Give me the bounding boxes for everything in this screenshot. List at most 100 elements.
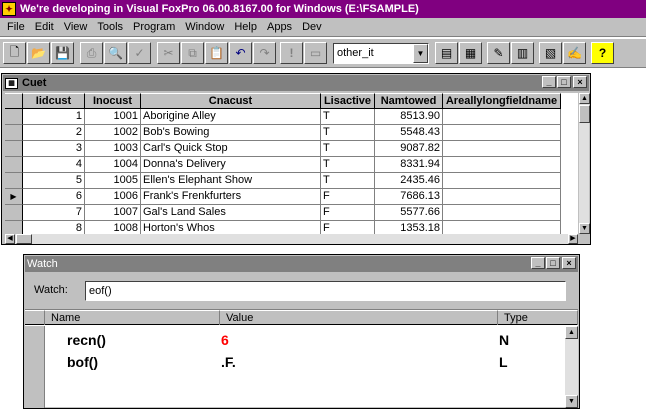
command-window-icon[interactable]: ▤ [435, 42, 458, 64]
column-header-iidcust[interactable]: Iidcust [23, 93, 85, 109]
cell-iidcust[interactable]: 7 [23, 205, 85, 221]
scroll-up-icon[interactable]: ▲ [565, 326, 578, 339]
cell-cnacust[interactable]: Carl's Quick Stop [141, 141, 321, 157]
row-selector[interactable] [5, 157, 23, 173]
cell-namtowed[interactable]: 2435.46 [375, 173, 443, 189]
scroll-up-icon[interactable]: ▲ [579, 93, 590, 104]
table-row[interactable]: 1 1001 Aborigine Alley T 8513.90 [5, 109, 561, 125]
cell-areally[interactable] [443, 125, 561, 141]
watch-expression-input[interactable]: eof() [85, 281, 566, 301]
print-icon[interactable]: ⎙ [80, 42, 103, 64]
cell-inocust[interactable]: 1008 [85, 221, 141, 234]
cell-inocust[interactable]: 1002 [85, 125, 141, 141]
close-icon[interactable]: × [573, 76, 587, 88]
scroll-thumb[interactable] [579, 105, 590, 123]
maximize-icon[interactable]: □ [557, 76, 571, 88]
cell-cnacust[interactable]: Donna's Delivery [141, 157, 321, 173]
cell-lisactive[interactable]: F [321, 221, 375, 234]
column-header-inocust[interactable]: Inocust [85, 93, 141, 109]
report-designer-icon[interactable]: ▥ [511, 42, 534, 64]
cell-namtowed[interactable]: 7686.13 [375, 189, 443, 205]
scroll-down-icon[interactable]: ▼ [565, 395, 578, 408]
column-header-lisactive[interactable]: Lisactive [321, 93, 375, 109]
copy-icon[interactable]: ⧉ [181, 42, 204, 64]
undo-icon[interactable]: ↶ [229, 42, 252, 64]
browse-window-titlebar[interactable]: ▦ Cuet _ □ × [3, 75, 589, 91]
minimize-icon[interactable]: _ [531, 257, 545, 269]
cell-areally[interactable] [443, 205, 561, 221]
new-file-icon[interactable]: 🗋 [3, 42, 26, 64]
cell-inocust[interactable]: 1001 [85, 109, 141, 125]
cell-lisactive[interactable]: F [321, 205, 375, 221]
cell-namtowed[interactable]: 1353.18 [375, 221, 443, 234]
cell-namtowed[interactable]: 5577.66 [375, 205, 443, 221]
scroll-down-icon[interactable]: ▼ [579, 223, 590, 234]
table-row[interactable]: ▶ 6 1006 Frank's Frenkfurters F 7686.13 [5, 189, 561, 205]
cell-iidcust[interactable]: 4 [23, 157, 85, 173]
cell-areally[interactable] [443, 109, 561, 125]
cell-cnacust[interactable]: Frank's Frenkfurters [141, 189, 321, 205]
cell-cnacust[interactable]: Aborigine Alley [141, 109, 321, 125]
column-header-namtowed[interactable]: Namtowed [375, 93, 443, 109]
cell-areally[interactable] [443, 189, 561, 205]
scroll-left-icon[interactable]: ◀ [5, 234, 15, 244]
watch-column-type[interactable]: Type [498, 310, 578, 325]
table-row[interactable]: 7 1007 Gal's Land Sales F 5577.66 [5, 205, 561, 221]
code-window-icon[interactable]: ▧ [539, 42, 562, 64]
chevron-down-icon[interactable]: ▼ [413, 44, 428, 63]
menu-help[interactable]: Help [229, 21, 262, 33]
cell-namtowed[interactable]: 9087.82 [375, 141, 443, 157]
cell-iidcust[interactable]: 2 [23, 125, 85, 141]
column-header-areallylongfieldname[interactable]: Areallylongfieldname [443, 93, 561, 109]
row-selector[interactable] [5, 141, 23, 157]
menu-program[interactable]: Program [128, 21, 180, 33]
row-selector[interactable] [5, 205, 23, 221]
watch-column-value[interactable]: Value [220, 310, 498, 325]
cell-areally[interactable] [443, 141, 561, 157]
watch-column-name[interactable]: Name [45, 310, 220, 325]
cell-namtowed[interactable]: 8513.90 [375, 109, 443, 125]
spell-check-icon[interactable]: ✓ [128, 42, 151, 64]
cell-lisactive[interactable]: F [321, 189, 375, 205]
cell-cnacust[interactable]: Gal's Land Sales [141, 205, 321, 221]
cell-iidcust[interactable]: 6 [23, 189, 85, 205]
cell-inocust[interactable]: 1003 [85, 141, 141, 157]
cell-namtowed[interactable]: 5548.43 [375, 125, 443, 141]
modify-form-icon[interactable]: ▭ [304, 42, 327, 64]
cell-areally[interactable] [443, 221, 561, 234]
cell-cnacust[interactable]: Horton's Whos [141, 221, 321, 234]
menu-view[interactable]: View [59, 21, 93, 33]
watch-row[interactable]: recn() 6 N [45, 330, 564, 352]
row-selector[interactable] [5, 109, 23, 125]
cell-iidcust[interactable]: 1 [23, 109, 85, 125]
menu-file[interactable]: File [2, 21, 30, 33]
cell-iidcust[interactable]: 5 [23, 173, 85, 189]
save-icon[interactable]: 💾 [51, 42, 74, 64]
form-wizard-icon[interactable]: ✎ [487, 42, 510, 64]
cell-lisactive[interactable]: T [321, 125, 375, 141]
help-icon[interactable]: ? [591, 42, 614, 64]
view-window-icon[interactable]: ▦ [459, 42, 482, 64]
table-row[interactable]: 3 1003 Carl's Quick Stop T 9087.82 [5, 141, 561, 157]
edit-icon[interactable]: ✍ [563, 42, 586, 64]
database-combo[interactable]: other_it ▼ [333, 43, 429, 64]
column-header-cnacust[interactable]: Cnacust [141, 93, 321, 109]
row-selector[interactable] [5, 173, 23, 189]
minimize-icon[interactable]: _ [542, 76, 556, 88]
browse-vertical-scrollbar[interactable]: ▲ ▼ [578, 93, 590, 234]
cell-inocust[interactable]: 1004 [85, 157, 141, 173]
cell-areally[interactable] [443, 173, 561, 189]
cell-cnacust[interactable]: Ellen's Elephant Show [141, 173, 321, 189]
run-icon[interactable]: ! [280, 42, 303, 64]
maximize-icon[interactable]: □ [546, 257, 560, 269]
horizontal-scroll-thumb[interactable] [16, 234, 32, 244]
cell-cnacust[interactable]: Bob's Bowing [141, 125, 321, 141]
cell-areally[interactable] [443, 157, 561, 173]
cut-icon[interactable]: ✂ [157, 42, 180, 64]
row-selector[interactable] [5, 125, 23, 141]
open-folder-icon[interactable]: 📂 [27, 42, 50, 64]
table-row[interactable]: 2 1002 Bob's Bowing T 5548.43 [5, 125, 561, 141]
table-row[interactable]: 8 1008 Horton's Whos F 1353.18 [5, 221, 561, 234]
row-selector[interactable] [5, 221, 23, 234]
cell-lisactive[interactable]: T [321, 141, 375, 157]
